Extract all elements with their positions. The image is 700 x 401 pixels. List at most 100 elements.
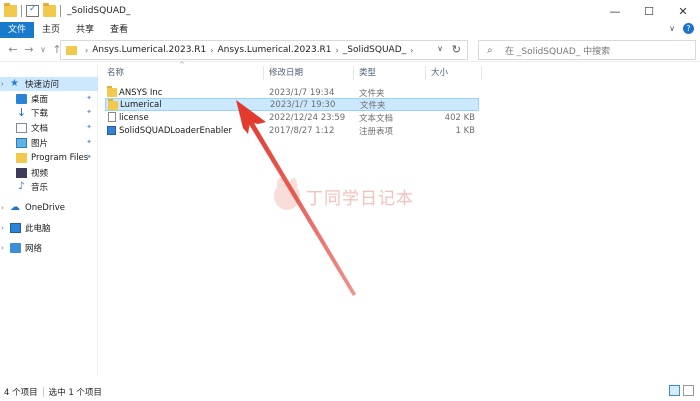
column-header-name[interactable]: 名称	[107, 66, 124, 78]
registry-file-icon	[107, 126, 116, 135]
folder-icon	[4, 3, 17, 17]
expand-ribbon-icon[interactable]: ∨	[669, 24, 675, 33]
column-header-date[interactable]: 修改日期	[269, 66, 303, 78]
chevron-right-icon[interactable]: ›	[410, 46, 413, 55]
recent-locations-button[interactable]: ∨	[36, 43, 50, 57]
sidebar-item-pictures[interactable]: 图片 ✦	[0, 136, 98, 150]
status-bar: 4 个项目 选中 1 个项目	[0, 382, 700, 401]
help-icon[interactable]: ?	[683, 23, 694, 34]
breadcrumb-item[interactable]: Ansys.Lumerical.2023.R1	[217, 45, 331, 55]
folder-icon	[16, 153, 27, 163]
download-icon: ↓	[16, 106, 27, 119]
sidebar-item-label: 下载	[31, 109, 49, 119]
file-date: 2023/1/7 19:34	[269, 87, 335, 98]
expand-icon[interactable]: ›	[1, 244, 9, 252]
column-divider[interactable]	[425, 66, 426, 80]
sidebar-item-label: Program Files	[31, 153, 89, 163]
sidebar-item-downloads[interactable]: ↓ 下载 ✦	[0, 106, 98, 120]
close-button[interactable]: ✕	[666, 0, 700, 22]
file-type: 文件夹	[360, 100, 386, 111]
pin-icon: ✦	[86, 138, 92, 146]
status-selected-count: 选中 1 个项目	[48, 387, 102, 398]
properties-icon[interactable]	[26, 4, 39, 17]
tab-home[interactable]: 主页	[34, 22, 68, 38]
breadcrumb-item[interactable]: Ansys.Lumerical.2023.R1	[92, 45, 206, 55]
search-input[interactable]: 在 _SolidSQUAD_ 中搜索	[505, 44, 610, 57]
column-divider[interactable]	[353, 66, 354, 80]
file-date: 2022/12/24 23:59	[269, 112, 346, 123]
column-divider[interactable]	[263, 66, 264, 80]
tab-file[interactable]: 文件	[0, 22, 35, 38]
picture-icon	[16, 138, 27, 148]
maximize-button[interactable]: ☐	[632, 0, 666, 22]
sidebar-item-quick-access[interactable]: › ★ 快速访问	[0, 77, 98, 91]
column-header-type[interactable]: 类型	[359, 66, 376, 78]
file-size: 402 KB	[444, 112, 475, 123]
expand-icon[interactable]: ›	[1, 224, 9, 232]
chevron-right-icon[interactable]: ›	[210, 46, 213, 55]
ribbon-tabs: 文件 主页 共享 查看 ∨ ?	[0, 22, 700, 38]
address-bar[interactable]: › Ansys.Lumerical.2023.R1 › Ansys.Lumeri…	[60, 40, 468, 60]
search-icon: ⌕	[487, 44, 493, 56]
view-switcher	[669, 385, 694, 396]
refresh-icon[interactable]: ↻	[452, 43, 461, 56]
back-button[interactable]: ←	[6, 43, 20, 57]
sort-indicator-icon: ^	[179, 61, 185, 69]
large-icons-view-icon[interactable]	[683, 385, 694, 396]
desktop-icon	[16, 94, 27, 104]
chevron-right-icon[interactable]: ›	[85, 46, 88, 55]
chevron-down-icon[interactable]: ∨	[437, 44, 443, 53]
search-box[interactable]: ⌕ 在 _SolidSQUAD_ 中搜索	[478, 40, 696, 60]
music-icon: ♪	[18, 181, 25, 192]
file-type: 注册表项	[359, 126, 394, 137]
file-row[interactable]: SolidSQUADLoaderEnabler 2017/8/27 1:12 注…	[105, 124, 479, 137]
column-divider[interactable]	[481, 66, 482, 80]
sidebar-item-onedrive[interactable]: › ☁ OneDrive	[0, 201, 98, 215]
folder-icon	[66, 45, 77, 55]
pin-icon: ✦	[86, 108, 92, 116]
file-type: 文本文档	[359, 113, 394, 124]
cloud-icon: ☁	[10, 202, 20, 213]
navigation-bar: ← → ∨ ↑ › Ansys.Lumerical.2023.R1 › Ansy…	[0, 38, 700, 62]
sidebar-item-label: 音乐	[31, 183, 49, 193]
video-icon	[16, 168, 27, 178]
folder-icon	[107, 86, 117, 97]
sidebar-item-music[interactable]: ♪ 音乐	[0, 180, 98, 194]
expand-icon[interactable]: ›	[1, 204, 9, 212]
forward-button[interactable]: →	[22, 43, 36, 57]
chevron-right-icon[interactable]: ›	[336, 46, 339, 55]
new-folder-icon[interactable]	[43, 3, 56, 17]
watermark-logo-icon	[274, 178, 300, 210]
file-row[interactable]: Lumerical 2023/1/7 19:30 文件夹	[105, 98, 479, 111]
sidebar-item-desktop[interactable]: 桌面 ✦	[0, 92, 98, 106]
details-view-icon[interactable]	[669, 385, 680, 396]
network-icon	[10, 243, 21, 253]
tab-share[interactable]: 共享	[68, 22, 102, 38]
watermark-text: 丁同学日记本	[306, 188, 414, 209]
minimize-button[interactable]: —	[598, 0, 632, 22]
file-size: 1 KB	[455, 125, 475, 136]
sidebar-item-network[interactable]: › 网络	[0, 241, 98, 255]
expand-icon[interactable]: ›	[1, 80, 9, 88]
file-name: ANSYS Inc	[119, 87, 163, 98]
sidebar-item-label: 此电脑	[25, 224, 51, 234]
column-header-size[interactable]: 大小	[431, 66, 448, 78]
folder-icon	[108, 99, 118, 110]
navigation-pane: › ★ 快速访问 桌面 ✦ ↓ 下载 ✦ 文档 ✦ 图片 ✦ Program F…	[0, 64, 98, 376]
ribbon-right-controls: ∨ ?	[669, 23, 694, 34]
sidebar-item-label: 桌面	[31, 95, 49, 105]
text-file-icon	[108, 112, 116, 122]
breadcrumb-item[interactable]: _SolidSQUAD_	[343, 45, 406, 55]
sidebar-item-this-pc[interactable]: › 此电脑	[0, 221, 98, 235]
tab-view[interactable]: 查看	[102, 22, 136, 38]
pin-icon: ✦	[86, 94, 92, 102]
sidebar-item-label: OneDrive	[25, 203, 65, 213]
sidebar-item-documents[interactable]: 文档 ✦	[0, 121, 98, 135]
file-row[interactable]: license 2022/12/24 23:59 文本文档 402 KB	[105, 111, 479, 124]
sidebar-item-videos[interactable]: 视频	[0, 166, 98, 180]
quick-access-toolbar	[0, 3, 61, 17]
document-icon	[16, 123, 27, 133]
sidebar-item-program-files[interactable]: Program Files ✦	[0, 151, 98, 165]
window-title: _SolidSQUAD_	[67, 6, 131, 16]
computer-icon	[10, 223, 21, 233]
